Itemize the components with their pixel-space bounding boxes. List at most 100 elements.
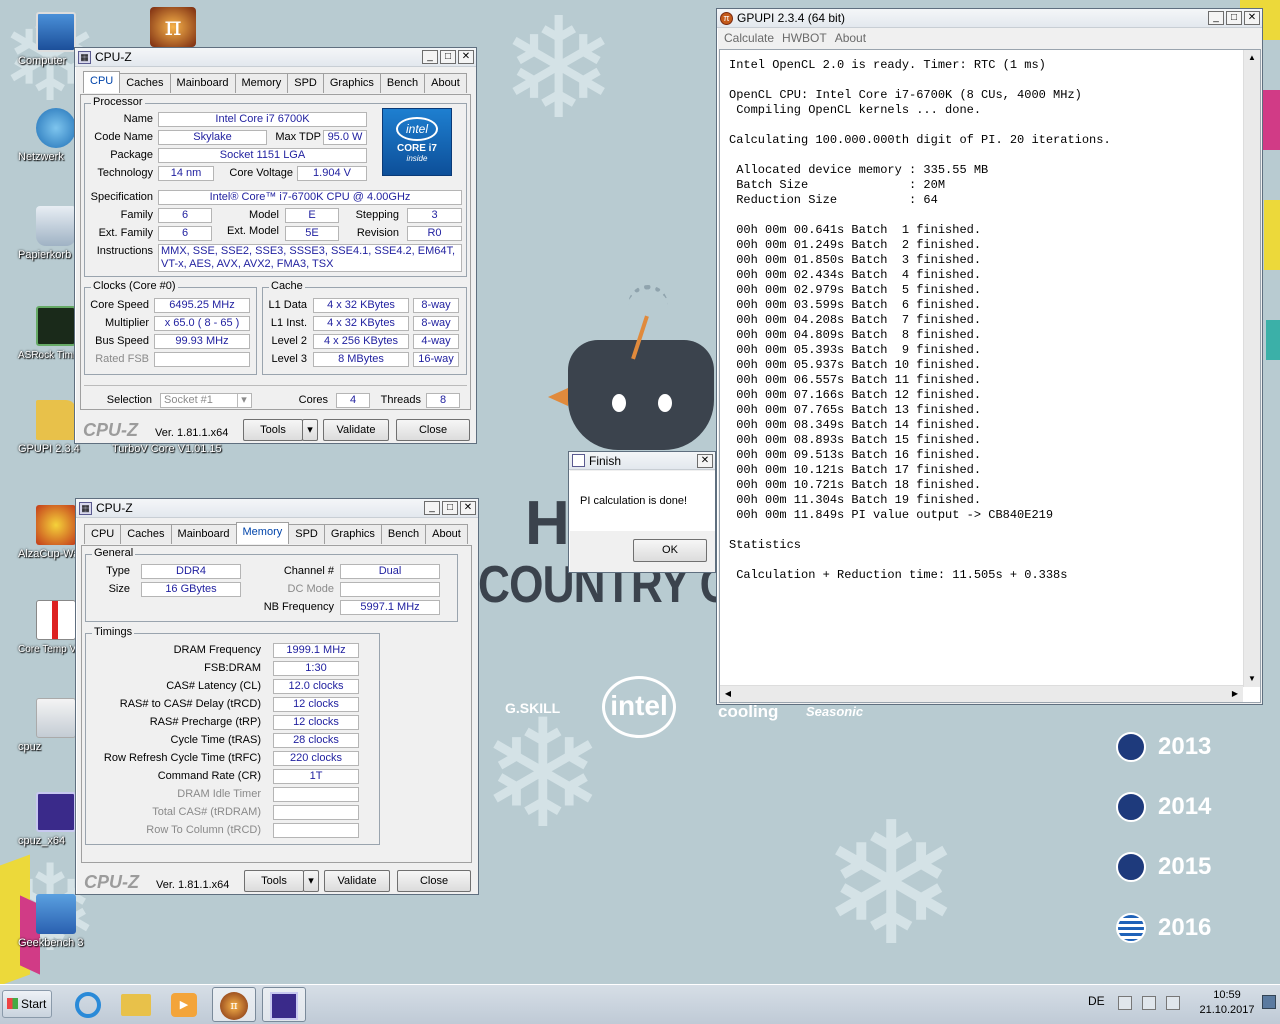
tab-about[interactable]: About <box>425 524 468 544</box>
tools-button[interactable]: Tools <box>244 870 304 892</box>
flag-tray-icon[interactable] <box>1118 996 1132 1010</box>
output-line: 00h 00m 04.208s Batch 7 finished. <box>729 313 982 327</box>
close-button[interactable]: Close <box>396 419 470 441</box>
ok-button[interactable]: OK <box>633 539 707 562</box>
taskbar-gpupi[interactable]: π <box>212 987 256 1022</box>
finish-titlebar[interactable]: Finish ✕ <box>569 452 715 470</box>
clock[interactable]: 10:59 21.10.2017 <box>1196 988 1258 1018</box>
dialog-title: Finish <box>589 453 622 468</box>
desktop-icon-geekbench[interactable]: Geekbench 3 <box>18 894 94 949</box>
menu-about[interactable]: About <box>831 31 870 45</box>
taskbar-media-player[interactable]: ▶ <box>162 987 206 1022</box>
desktop-icon-label: Geekbench 3 <box>18 937 84 949</box>
minimize-button[interactable]: _ <box>1208 11 1224 25</box>
wallpaper-icon <box>36 505 76 545</box>
tools-dropdown-button[interactable]: ▾ <box>303 870 319 892</box>
tab-bench[interactable]: Bench <box>379 73 426 93</box>
validate-button[interactable]: Validate <box>324 870 390 892</box>
asrock-timing-icon <box>36 306 76 346</box>
timing-label: Cycle Time (tRAS) <box>170 734 261 746</box>
output-line: 00h 00m 01.850s Batch 3 finished. <box>729 253 982 267</box>
scroll-right-arrow[interactable]: ▶ <box>1227 686 1243 702</box>
tab-caches[interactable]: Caches <box>119 73 171 93</box>
cpuz-cpu-window: ▦ CPU-Z _ □ ✕ CPU Caches Mainboard Memor… <box>74 47 477 444</box>
maximize-button[interactable]: □ <box>442 501 458 515</box>
l2-label: Level 2 <box>271 335 307 347</box>
tab-cpu[interactable]: CPU <box>84 524 122 544</box>
taskbar-explorer[interactable] <box>114 987 158 1022</box>
tab-bench[interactable]: Bench <box>380 524 427 544</box>
cpuz-cpu-titlebar[interactable]: ▦ CPU-Z _ □ ✕ <box>75 48 476 67</box>
output-line: 00h 00m 00.641s Batch 1 finished. <box>729 223 982 237</box>
socket-select[interactable]: Socket #1 ▾ <box>160 393 252 408</box>
horizontal-scrollbar[interactable]: ◀ ▶ <box>720 685 1243 702</box>
tab-memory[interactable]: Memory <box>234 73 289 93</box>
volume-tray-icon[interactable] <box>1166 996 1180 1010</box>
tab-mainboard[interactable]: Mainboard <box>169 73 236 93</box>
tools-dropdown-button[interactable]: ▾ <box>302 419 318 441</box>
tab-about[interactable]: About <box>424 73 467 93</box>
tab-memory[interactable]: Memory <box>235 522 290 544</box>
finish-dialog: Finish ✕ PI calculation is done! OK <box>568 451 716 573</box>
tab-spd[interactable]: SPD <box>288 524 325 544</box>
scroll-left-arrow[interactable]: ◀ <box>720 686 736 702</box>
menu-calculate[interactable]: Calculate <box>720 31 778 45</box>
taskbar-cpuz[interactable] <box>262 987 306 1022</box>
output-line: 00h 00m 07.765s Batch 13 finished. <box>729 403 982 417</box>
tab-caches[interactable]: Caches <box>120 524 172 544</box>
tab-graphics[interactable]: Graphics <box>322 73 381 93</box>
window-title: CPU-Z <box>95 50 132 64</box>
extmodel-label: Ext. Model <box>227 225 279 237</box>
scroll-up-arrow[interactable]: ▲ <box>1244 50 1260 66</box>
menu-hwbot[interactable]: HWBOT <box>778 31 831 45</box>
extmodel-value: 5E <box>285 226 339 241</box>
window-title: GPUPI 2.3.4 (64 bit) <box>737 11 846 25</box>
tab-mainboard[interactable]: Mainboard <box>170 524 237 544</box>
output-area[interactable]: Intel OpenCL 2.0 is ready. Timer: RTC (1… <box>719 49 1261 703</box>
close-window-button[interactable]: ✕ <box>458 50 474 64</box>
size-value: 16 GBytes <box>141 582 241 597</box>
selection-row: Selection Socket #1 ▾ Cores 4 Threads 8 <box>84 385 467 408</box>
tab-cpu[interactable]: CPU <box>83 71 121 93</box>
close-window-button[interactable]: ✕ <box>1244 11 1260 25</box>
dcmode-value <box>340 582 440 597</box>
maximize-button[interactable]: □ <box>440 50 456 64</box>
channel-label: Channel # <box>283 565 334 577</box>
minimize-button[interactable]: _ <box>422 50 438 64</box>
clock-time: 10:59 <box>1213 989 1241 1001</box>
tab-graphics[interactable]: Graphics <box>323 524 382 544</box>
minimize-button[interactable]: _ <box>424 501 440 515</box>
cpuz-memory-titlebar[interactable]: ▦ CPU-Z _ □ ✕ <box>76 499 478 518</box>
pi-icon[interactable]: π <box>150 7 196 47</box>
l1d-value: 4 x 32 KBytes <box>313 298 409 313</box>
vertical-scrollbar[interactable]: ▲ ▼ <box>1243 50 1260 687</box>
timing-label: RAS# to CAS# Delay (tRCD) <box>119 698 261 710</box>
folder-icon <box>121 994 151 1016</box>
snowflake-decoration: ❄ <box>500 0 618 151</box>
network-tray-icon[interactable] <box>1142 996 1156 1010</box>
show-desktop-button[interactable] <box>1262 995 1276 1009</box>
close-window-button[interactable]: ✕ <box>697 453 713 468</box>
timing-value: 1:30 <box>273 661 359 676</box>
validate-button[interactable]: Validate <box>323 419 389 441</box>
tools-button[interactable]: Tools <box>243 419 303 441</box>
timing-value <box>273 787 359 802</box>
technology-label: Technology <box>97 167 153 179</box>
group-label: Cache <box>269 280 305 292</box>
maximize-button[interactable]: □ <box>1226 11 1242 25</box>
technology-value: 14 nm <box>158 166 214 181</box>
thermometer-icon <box>36 600 76 640</box>
flag-australia <box>1116 792 1146 822</box>
gpupi-titlebar[interactable]: π GPUPI 2.3.4 (64 bit) _ □ ✕ <box>717 9 1262 28</box>
ratedfsb-label: Rated FSB <box>95 353 149 365</box>
scroll-down-arrow[interactable]: ▼ <box>1244 671 1260 687</box>
start-button[interactable]: Start <box>2 990 52 1018</box>
close-button[interactable]: Close <box>397 870 471 892</box>
tab-spd[interactable]: SPD <box>287 73 324 93</box>
language-indicator[interactable]: DE <box>1088 994 1105 1008</box>
close-window-button[interactable]: ✕ <box>460 501 476 515</box>
internet-explorer-icon <box>75 992 101 1018</box>
sponsor-intel: intel <box>602 676 676 738</box>
taskbar-ie[interactable] <box>66 987 110 1022</box>
